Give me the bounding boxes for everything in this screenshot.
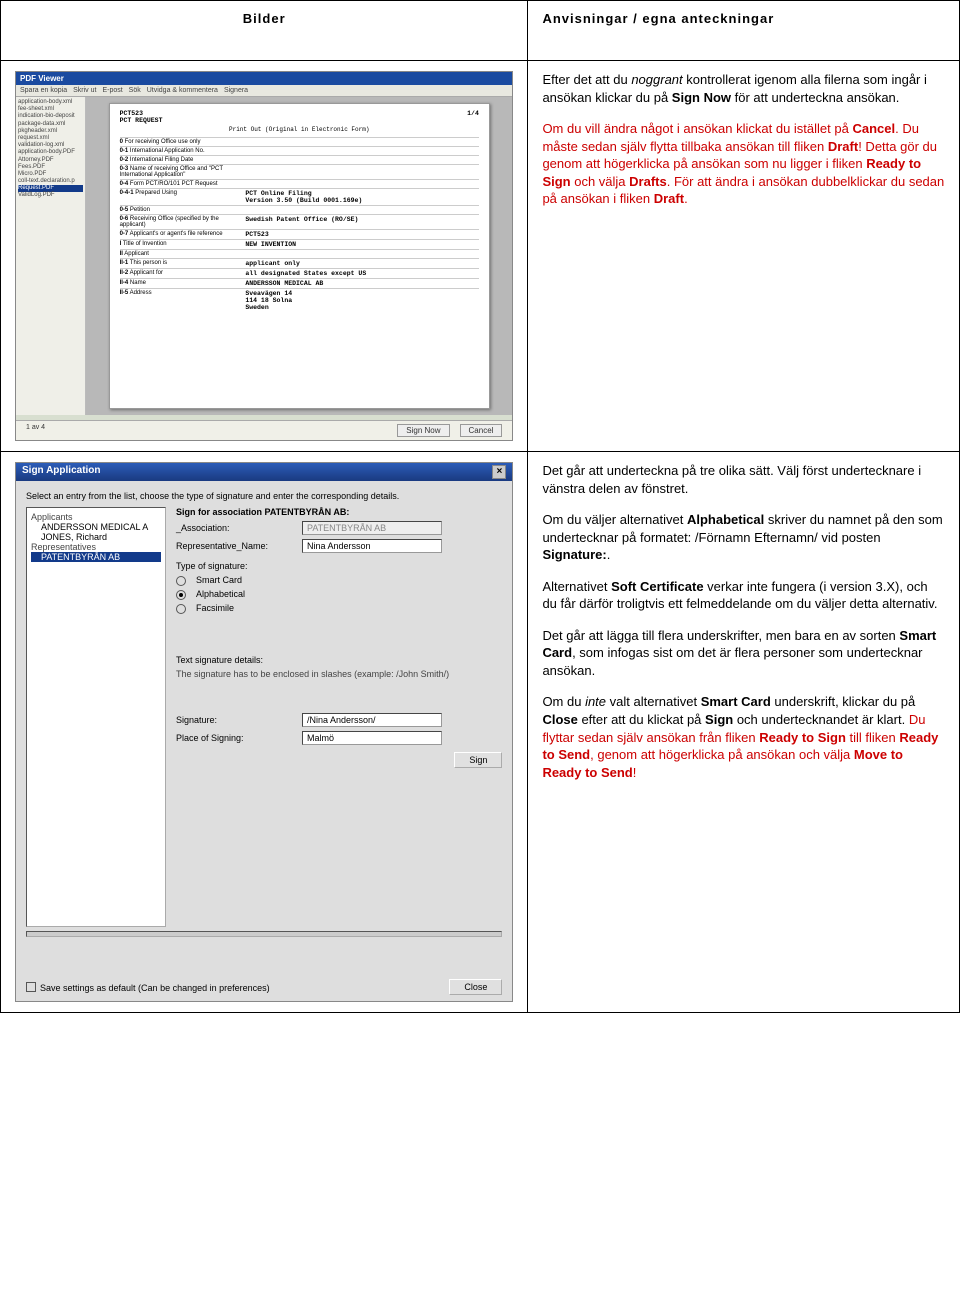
side-item[interactable]: Micro.PDF bbox=[18, 171, 83, 178]
cancel-button[interactable]: Cancel bbox=[460, 424, 503, 437]
signature-label: Signature: bbox=[176, 715, 296, 725]
tb-save[interactable]: Spara en kopia bbox=[20, 87, 67, 94]
repname-field[interactable]: Nina Andersson bbox=[302, 539, 442, 553]
cell-signdlg: Sign Application × Select an entry from … bbox=[1, 452, 528, 1013]
pv-pagenav[interactable]: 1 av 4 bbox=[26, 424, 45, 437]
instr-2-4: Det går att lägga till flera underskrift… bbox=[542, 627, 945, 680]
place-label: Place of Signing: bbox=[176, 733, 296, 743]
pv-page-sub: Print Out (Original in Electronic Form) bbox=[120, 126, 479, 133]
pv-page-ref: PCT523 bbox=[120, 110, 143, 117]
layout-table: Bilder Anvisningar / egna anteckningar P… bbox=[0, 0, 960, 1013]
pv-titlebar: PDF Viewer bbox=[16, 72, 512, 85]
side-item[interactable]: indication-bio-deposit bbox=[18, 113, 83, 120]
list-item[interactable]: JONES, Richard bbox=[31, 532, 161, 542]
instr-2-1: Det går att underteckna på tre olika sät… bbox=[542, 462, 945, 497]
pv-page-heading: PCT REQUEST bbox=[120, 117, 479, 124]
sign-dialog: Sign Application × Select an entry from … bbox=[15, 462, 513, 1002]
cell-pdfviewer: PDF Viewer Spara en kopia Skriv ut E-pos… bbox=[1, 61, 528, 452]
detail-hint: The signature has to be enclosed in slas… bbox=[176, 669, 502, 679]
instr-1-1: Efter det att du noggrant kontrollerat i… bbox=[542, 71, 945, 106]
radio-alphabetical[interactable] bbox=[176, 590, 186, 600]
list-grp-applicants: Applicants bbox=[31, 512, 161, 522]
assoc-label: _Association: bbox=[176, 523, 296, 533]
side-item[interactable]: Request.PDF bbox=[18, 185, 83, 192]
col-header-anvisningar: Anvisningar / egna anteckningar bbox=[528, 1, 960, 61]
detail-label: Text signature details: bbox=[176, 655, 502, 665]
cell-instr-2: Det går att underteckna på tre olika sät… bbox=[528, 452, 960, 1013]
assoc-field: PATENTBYRÅN AB bbox=[302, 521, 442, 535]
pv-page-count: 1/4 bbox=[467, 110, 479, 117]
repname-label: Representative_Name: bbox=[176, 541, 296, 551]
pdf-viewer: PDF Viewer Spara en kopia Skriv ut E-pos… bbox=[15, 71, 513, 441]
pv-footer: 1 av 4 Sign Now Cancel bbox=[16, 420, 512, 440]
save-default-check[interactable]: Save settings as default (Can be changed… bbox=[26, 981, 270, 993]
side-item[interactable]: Attorney.PDF bbox=[18, 157, 83, 164]
tb-print[interactable]: Skriv ut bbox=[73, 87, 96, 94]
pv-rows: 0 For receiving Office use only 0-1 Inte… bbox=[120, 137, 479, 312]
sd-form: Sign for association PATENTBYRÅN AB: _As… bbox=[176, 507, 502, 927]
side-item[interactable]: pkgheader.xml bbox=[18, 128, 83, 135]
side-item[interactable]: validation-log.xml bbox=[18, 142, 83, 149]
tb-annotate[interactable]: Utvidga & kommentera bbox=[147, 87, 218, 94]
sign-button[interactable]: Sign bbox=[454, 752, 502, 768]
sd-titlebar: Sign Application × bbox=[16, 463, 512, 481]
radio-facsimile[interactable] bbox=[176, 604, 186, 614]
radio-smartcard[interactable] bbox=[176, 576, 186, 586]
list-grp-reps: Representatives bbox=[31, 542, 161, 552]
side-item[interactable]: package-data.xml bbox=[18, 121, 83, 128]
side-item[interactable]: fee-sheet.xml bbox=[18, 106, 83, 113]
list-item[interactable]: ANDERSSON MEDICAL A bbox=[31, 522, 161, 532]
side-item[interactable]: ValidLog.PDF bbox=[18, 192, 83, 199]
sd-form-heading: Sign for association PATENTBYRÅN AB: bbox=[176, 507, 349, 517]
radio-smartcard-label: Smart Card bbox=[196, 575, 242, 585]
close-button[interactable]: Close bbox=[449, 979, 502, 995]
radio-facsimile-label: Facsimile bbox=[196, 603, 234, 613]
instr-2-3: Alternativet Soft Certificate verkar int… bbox=[542, 578, 945, 613]
list-item-selected[interactable]: PATENTBYRÅN AB bbox=[31, 552, 161, 562]
tb-email[interactable]: E-post bbox=[102, 87, 122, 94]
side-item[interactable]: request.xml bbox=[18, 135, 83, 142]
signature-field[interactable]: /Nina Andersson/ bbox=[302, 713, 442, 727]
place-field[interactable]: Malmö bbox=[302, 731, 442, 745]
side-item[interactable]: Fees.PDF bbox=[18, 164, 83, 171]
sd-intro: Select an entry from the list, choose th… bbox=[16, 481, 512, 507]
col-header-bilder: Bilder bbox=[1, 1, 528, 61]
pv-sidebar: application-body.xml fee-sheet.xml indic… bbox=[16, 97, 86, 415]
sd-title: Sign Application bbox=[22, 465, 101, 479]
instr-1-2: Om du vill ändra något i ansökan klickat… bbox=[542, 120, 945, 208]
radio-alphabetical-label: Alphabetical bbox=[196, 589, 245, 599]
tb-search[interactable]: Sök bbox=[129, 87, 141, 94]
sd-entity-list[interactable]: Applicants ANDERSSON MEDICAL A JONES, Ri… bbox=[26, 507, 166, 927]
instr-2-5: Om du inte valt alternativet Smart Card … bbox=[542, 693, 945, 781]
list-scrollbar[interactable] bbox=[26, 931, 502, 937]
close-icon[interactable]: × bbox=[492, 465, 506, 479]
instr-2-2: Om du väljer alternativet Alphabetical s… bbox=[542, 511, 945, 564]
side-item[interactable]: application-body.xml bbox=[18, 99, 83, 106]
side-item[interactable]: application-body.PDF bbox=[18, 149, 83, 156]
side-item[interactable]: coll-text.declaration.p bbox=[18, 178, 83, 185]
pv-toolbar: Spara en kopia Skriv ut E-post Sök Utvid… bbox=[16, 85, 512, 97]
type-label: Type of signature: bbox=[176, 561, 502, 571]
cell-instr-1: Efter det att du noggrant kontrollerat i… bbox=[528, 61, 960, 452]
tb-sign[interactable]: Signera bbox=[224, 87, 248, 94]
sign-now-button[interactable]: Sign Now bbox=[397, 424, 449, 437]
pv-page: PCT523 1/4 PCT REQUEST Print Out (Origin… bbox=[109, 103, 490, 409]
pv-canvas: PCT523 1/4 PCT REQUEST Print Out (Origin… bbox=[86, 97, 512, 415]
